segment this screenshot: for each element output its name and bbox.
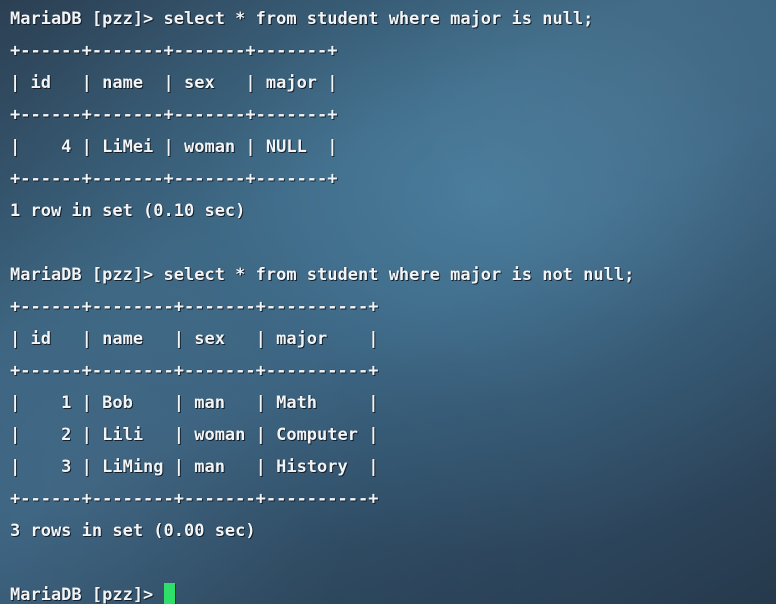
- table1-status-line: 1 row in set (0.10 sec): [10, 201, 246, 221]
- table1-header-row: | id | name | sex | major |: [10, 73, 338, 93]
- table2-status-line: 3 rows in set (0.00 sec): [10, 521, 256, 541]
- table2-data-row-3: | 3 | LiMing | man | History |: [10, 457, 379, 477]
- table2-data-row-1: | 1 | Bob | man | Math |: [10, 393, 379, 413]
- table2-header-border: +------+--------+-------+----------+: [10, 361, 379, 381]
- table1-top-border: +------+-------+-------+-------+: [10, 41, 338, 61]
- table2-data-row-2: | 2 | Lili | woman | Computer |: [10, 425, 379, 445]
- table2-top-border: +------+--------+-------+----------+: [10, 297, 379, 317]
- table1-data-row: | 4 | LiMei | woman | NULL |: [10, 137, 338, 157]
- text-cursor[interactable]: [163, 583, 175, 604]
- active-prompt-line[interactable]: MariaDB [pzz]>: [10, 579, 776, 604]
- table1-bottom-border: +------+-------+-------+-------+: [10, 169, 338, 189]
- terminal-window[interactable]: MariaDB [pzz]> select * from student whe…: [0, 0, 776, 604]
- command-line-2: MariaDB [pzz]> select * from student whe…: [10, 265, 635, 285]
- table2-bottom-border: +------+--------+-------+----------+: [10, 489, 379, 509]
- table2-header-row: | id | name | sex | major |: [10, 329, 379, 349]
- prompt-label: MariaDB [pzz]>: [10, 585, 164, 604]
- table1-header-border: +------+-------+-------+-------+: [10, 105, 338, 125]
- command-line-1: MariaDB [pzz]> select * from student whe…: [10, 9, 594, 29]
- terminal-screen[interactable]: MariaDB [pzz]> select * from student whe…: [0, 0, 776, 604]
